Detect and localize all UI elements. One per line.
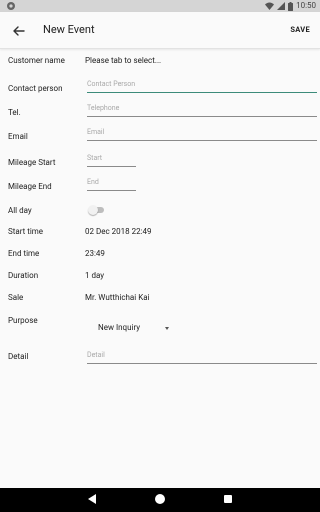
event-form: Customer name Please tab to select... Co… <box>0 48 320 488</box>
nav-recents-icon[interactable] <box>224 495 232 503</box>
end-time-value[interactable]: 23:49 <box>85 249 105 258</box>
detail-label: Detail <box>8 352 29 361</box>
email-field[interactable]: Email <box>87 127 317 141</box>
mileage-end-field[interactable]: End <box>87 177 136 191</box>
system-nav-bar <box>0 488 320 512</box>
start-time-value[interactable]: 02 Dec 2018 22:49 <box>85 227 152 236</box>
purpose-selected-value: New Inquiry <box>98 323 141 332</box>
customer-name-select[interactable]: Please tab to select... <box>85 56 161 65</box>
app-bar: New Event SAVE <box>0 12 320 49</box>
page-title: New Event <box>43 23 95 36</box>
tel-label: Tel. <box>8 108 21 117</box>
status-icons: 10:50 <box>265 1 316 11</box>
contact-person-field[interactable]: Contact Person <box>87 79 317 93</box>
mileage-start-label: Mileage Start <box>8 158 56 167</box>
contact-person-label: Contact person <box>8 84 63 93</box>
mileage-end-label: Mileage End <box>8 182 52 191</box>
duration-label: Duration <box>8 271 39 280</box>
nav-home-icon[interactable] <box>155 494 165 504</box>
detail-field[interactable]: Detail <box>87 350 317 364</box>
status-bar: 10:50 <box>0 0 320 12</box>
toggle-thumb <box>88 205 98 215</box>
wifi-icon <box>265 2 275 10</box>
duration-value: 1 day <box>85 271 105 280</box>
customer-name-label: Customer name <box>8 56 65 65</box>
email-label: Email <box>8 132 28 141</box>
settings-notification-icon <box>7 2 15 10</box>
save-button[interactable]: SAVE <box>290 25 310 34</box>
mileage-start-field[interactable]: Start <box>87 153 136 167</box>
purpose-dropdown[interactable]: New Inquiry <box>98 323 178 335</box>
dropdown-caret-icon <box>165 327 169 330</box>
signal-icon <box>277 2 286 10</box>
purpose-label: Purpose <box>8 316 38 325</box>
battery-icon <box>288 1 294 11</box>
back-arrow-icon[interactable] <box>10 22 28 40</box>
end-time-label: End time <box>8 249 40 258</box>
status-time: 10:50 <box>296 1 316 10</box>
all-day-label: All day <box>8 206 32 215</box>
sale-label: Sale <box>8 293 24 302</box>
telephone-field[interactable]: Telephone <box>87 103 317 117</box>
sale-value[interactable]: Mr. Wutthichai Kai <box>85 293 150 302</box>
all-day-toggle[interactable] <box>88 205 105 215</box>
nav-back-icon[interactable] <box>88 494 96 504</box>
start-time-label: Start time <box>8 227 44 236</box>
